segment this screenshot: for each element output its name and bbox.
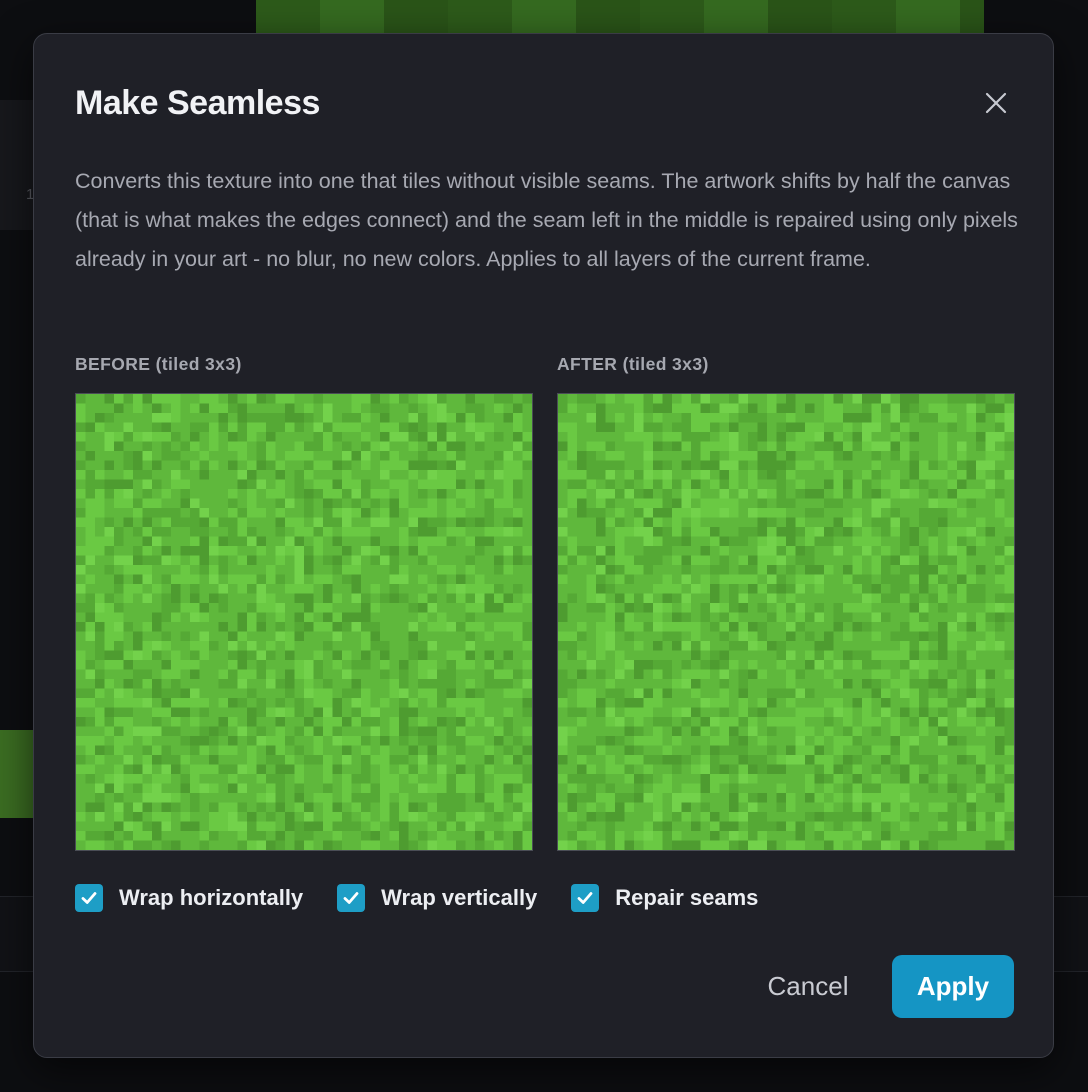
dialog-description: Converts this texture into one that tile…	[75, 169, 1018, 271]
apply-button[interactable]: Apply	[892, 955, 1014, 1018]
wrap-horizontally-label: Wrap horizontally	[119, 885, 304, 910]
options-row: Wrap horizontally Wrap vertically Repair…	[75, 882, 792, 914]
make-seamless-dialog: Make Seamless Converts this texture into…	[33, 33, 1054, 1058]
cancel-button[interactable]: Cancel	[745, 955, 871, 1018]
checkmark-icon	[343, 892, 359, 904]
repair-seams-label: Repair seams	[615, 885, 759, 910]
canvas-texture-background	[256, 0, 984, 34]
repair-seams-option[interactable]: Repair seams	[571, 884, 758, 912]
before-texture-tiles	[76, 394, 532, 850]
wrap-horizontally-checkbox[interactable]	[75, 884, 103, 912]
left-panel-swatch	[0, 730, 34, 818]
close-button[interactable]	[979, 86, 1013, 120]
close-icon	[985, 92, 1007, 114]
after-preview-image	[557, 393, 1015, 851]
repair-seams-checkbox[interactable]	[571, 884, 600, 912]
checkmark-icon	[577, 892, 593, 904]
wrap-vertically-option[interactable]: Wrap vertically	[337, 884, 537, 912]
wrap-vertically-checkbox[interactable]	[337, 884, 366, 912]
before-preview-image	[75, 393, 533, 851]
wrap-vertically-label: Wrap vertically	[381, 885, 538, 910]
dialog-title: Make Seamless	[75, 84, 320, 122]
before-preview-label: BEFORE (tiled 3x3)	[75, 354, 242, 374]
wrap-horizontally-option[interactable]: Wrap horizontally	[75, 884, 303, 912]
checkmark-icon	[81, 892, 97, 904]
after-texture-tiles	[558, 394, 1014, 850]
after-preview-label: AFTER (tiled 3x3)	[557, 354, 709, 374]
left-panel-background	[0, 100, 34, 230]
